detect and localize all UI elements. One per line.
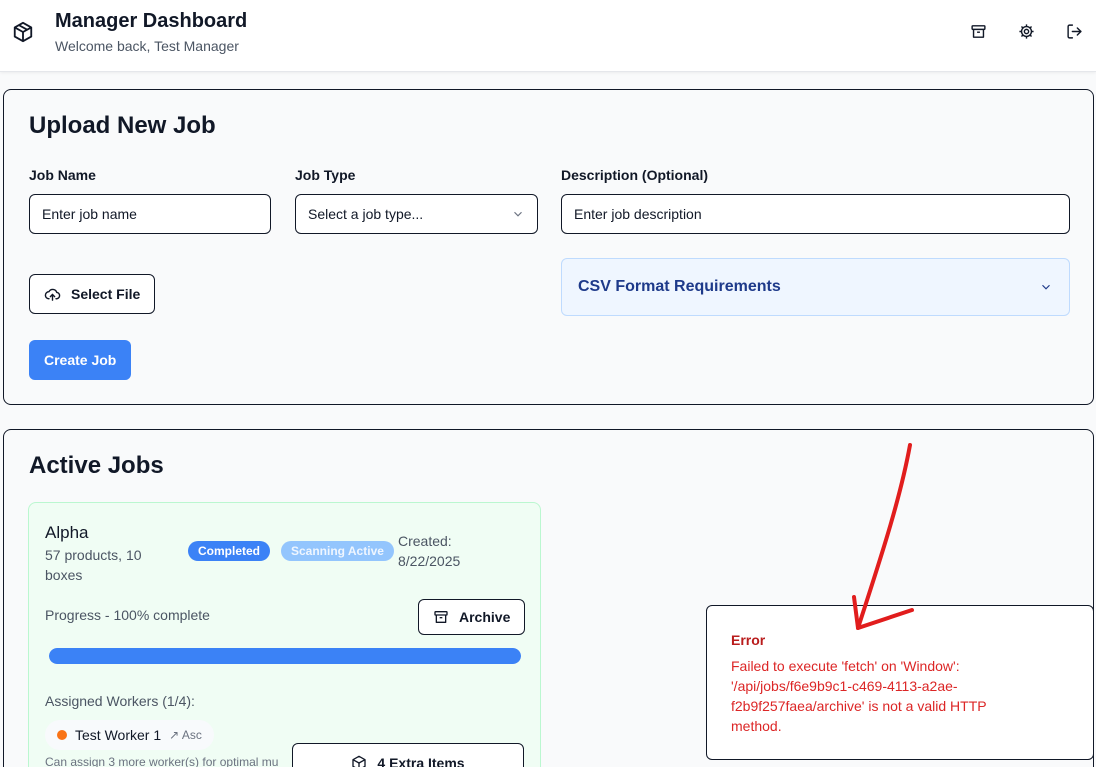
toast-message: Failed to execute 'fetch' on 'Window': '…: [731, 658, 987, 734]
job-type-value: Select a job type...: [308, 206, 424, 222]
job-name-label: Job Name: [29, 167, 96, 183]
description-input[interactable]: [561, 194, 1070, 234]
scanning-badge: Scanning Active: [281, 541, 394, 561]
page-title: Manager Dashboard: [55, 10, 248, 32]
package-icon: [13, 21, 33, 43]
archive-button[interactable]: [967, 20, 989, 42]
job-card: Alpha 57 products, 10 boxes Completed Sc…: [28, 502, 541, 767]
progress-bar: [49, 648, 521, 664]
assign-note: Can assign 3 more worker(s) for optimal …: [45, 755, 279, 767]
settings-icon: [1018, 23, 1034, 39]
logout-button[interactable]: [1063, 20, 1085, 42]
upload-job-card: Upload New Job Job Name Job Type Select …: [3, 89, 1094, 405]
archive-job-button[interactable]: Archive: [418, 599, 526, 635]
toast-title: Error: [731, 632, 766, 648]
worker-role: ↗ Asc: [169, 728, 202, 742]
settings-button[interactable]: [1015, 20, 1037, 42]
extra-items-label: 4 Extra Items: [377, 755, 465, 767]
logout-icon: [1066, 23, 1082, 39]
job-type-select[interactable]: Select a job type...: [295, 194, 538, 234]
status-badge: Completed: [188, 541, 271, 561]
package-icon: [352, 755, 367, 767]
archive-icon: [434, 611, 448, 623]
error-toast[interactable]: Error Failed to execute 'fetch' on 'Wind…: [706, 605, 1094, 760]
select-file-label: Select File: [71, 286, 141, 302]
created-date: Created: 8/22/2025: [398, 533, 461, 569]
csv-requirements-toggle[interactable]: CSV Format Requirements: [561, 258, 1070, 316]
chevron-down-icon: [514, 211, 522, 217]
worker-chip[interactable]: Test Worker 1 ↗ Asc: [45, 720, 214, 750]
welcome-text: Welcome back, Test Manager: [55, 38, 239, 54]
extra-items-button[interactable]: 4 Extra Items: [292, 743, 524, 767]
csv-requirements-label: CSV Format Requirements: [578, 278, 781, 295]
worker-name: Test Worker 1: [75, 727, 162, 743]
description-label: Description (Optional): [561, 167, 708, 183]
job-name: Alpha: [45, 523, 89, 542]
progress-label: Progress - 100% complete: [45, 607, 210, 623]
assigned-workers-label: Assigned Workers (1/4):: [45, 693, 195, 709]
upload-heading: Upload New Job: [29, 112, 216, 139]
upload-cloud-icon: [44, 288, 61, 301]
app-header: Manager Dashboard Welcome back, Test Man…: [0, 0, 1096, 72]
archive-job-label: Archive: [459, 609, 511, 625]
archive-icon: [970, 24, 986, 38]
job-name-input[interactable]: [29, 194, 271, 234]
job-meta: 57 products, 10 boxes: [45, 547, 142, 583]
job-type-label: Job Type: [295, 167, 356, 183]
select-file-button[interactable]: Select File: [29, 274, 156, 314]
status-dot: [57, 730, 67, 740]
create-job-button[interactable]: Create Job: [29, 340, 132, 380]
chevron-down-icon: [1042, 284, 1050, 290]
progress-fill: [49, 648, 521, 664]
active-jobs-heading: Active Jobs: [29, 452, 164, 479]
